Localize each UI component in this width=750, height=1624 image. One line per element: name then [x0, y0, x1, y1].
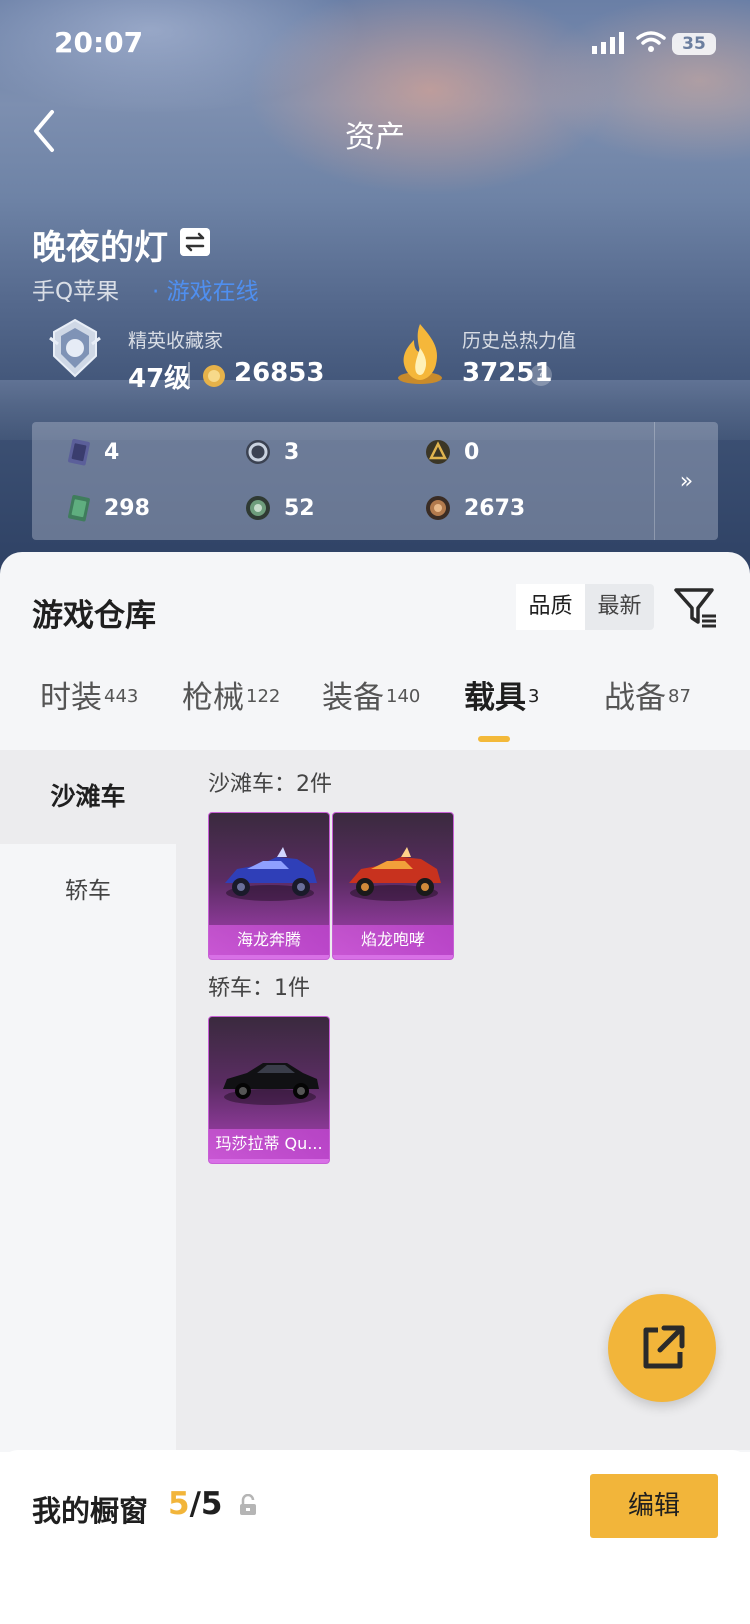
tab-label: 装备: [322, 680, 384, 716]
stat-item: 52: [244, 488, 315, 528]
profile-header: 20:07 35 资产 晚夜的灯 手Q苹果 · 游戏在线 精英收藏家 47级 2…: [0, 0, 750, 580]
sort-toggle: 品质 最新: [516, 584, 654, 630]
showcase-current: 5: [168, 1486, 190, 1522]
filter-icon[interactable]: [672, 584, 718, 630]
sedan-image: [223, 1063, 319, 1105]
emblem-bronze-icon: [426, 496, 450, 520]
help-icon[interactable]: ?: [530, 364, 552, 386]
sort-quality-button[interactable]: 品质: [516, 584, 585, 630]
emblem-green-icon: [246, 496, 270, 520]
tab-count: 122: [246, 685, 281, 707]
share-button[interactable]: [608, 1294, 716, 1402]
tab-label: 载具: [464, 680, 526, 716]
group-title: 轿车：1件: [208, 976, 310, 1001]
stat-item: 4: [64, 432, 119, 472]
showcase-total: /5: [189, 1486, 223, 1522]
item-name: 玛莎拉蒂 Qu...: [209, 1129, 329, 1159]
heat-title: 历史总热力值: [462, 330, 577, 352]
sidebar-item-sedan[interactable]: 轿车: [0, 844, 176, 938]
stat-value: 2673: [464, 495, 526, 521]
edit-button[interactable]: 编辑: [590, 1474, 718, 1538]
tab-count: 140: [386, 685, 421, 707]
category-tabs: 时装 443 枪械 122 装备 140 载具 3 战备 87: [0, 672, 750, 748]
rank-title: 精英收藏家: [128, 330, 224, 352]
card-green-icon: [68, 494, 90, 522]
card-purple-icon: [68, 438, 90, 466]
showcase-bar: 我的橱窗 5/5 编辑: [0, 1450, 750, 1624]
user-platform: 手Q苹果: [32, 279, 120, 305]
battery-icon: 35: [672, 33, 716, 55]
status-bar: 20:07 35: [0, 0, 750, 90]
rank-badge-icon: [49, 318, 101, 378]
rarity-bar: [209, 1159, 329, 1163]
tab-count: 3: [528, 685, 540, 707]
tab-label: 战备: [604, 680, 666, 716]
signal-icon: [592, 32, 624, 54]
item-card[interactable]: 焰龙咆哮: [332, 812, 454, 960]
stat-item: 298: [64, 488, 150, 528]
warehouse-title: 游戏仓库: [32, 598, 156, 634]
showcase-label: 我的橱窗: [32, 1494, 149, 1528]
rank-level: 47级: [128, 364, 191, 394]
stat-item: 2673: [424, 488, 525, 528]
subcategory-sidebar: 沙滩车 轿车: [0, 750, 176, 1450]
emblem-silver-icon: [246, 440, 270, 464]
lock-icon: [240, 1494, 256, 1515]
buggy-red-image: [349, 847, 441, 901]
stat-value: 4: [104, 439, 120, 465]
tab-count: 87: [668, 685, 691, 707]
item-card[interactable]: 玛莎拉蒂 Qu...: [208, 1016, 330, 1164]
collection-stats-panel: 4 3 0 298 52 2673 »: [32, 422, 718, 540]
status-time: 20:07: [54, 26, 144, 59]
emblem-gold-icon: [426, 440, 450, 464]
stat-item: 0: [424, 432, 479, 472]
stats-more-button[interactable]: »: [654, 422, 718, 540]
tab-count: 443: [104, 685, 139, 707]
user-name: 晚夜的灯: [32, 228, 168, 268]
flame-icon: [398, 324, 442, 384]
wifi-icon: [636, 31, 666, 52]
page-title: 资产: [345, 120, 405, 155]
share-icon: [643, 1325, 685, 1369]
tab-label: 枪械: [182, 680, 244, 716]
stat-value: 298: [104, 495, 150, 521]
coin-icon: [203, 365, 225, 387]
item-name: 焰龙咆哮: [333, 925, 453, 955]
switch-account-icon[interactable]: [180, 228, 210, 256]
divider: [188, 362, 190, 388]
stat-value: 0: [464, 439, 480, 465]
tab-weapons[interactable]: 枪械 122: [182, 672, 280, 748]
sidebar-item-beach-buggy[interactable]: 沙滩车: [0, 750, 176, 844]
rarity-bar: [333, 955, 453, 959]
tab-fashion[interactable]: 时装 443: [40, 672, 138, 748]
group-title: 沙滩车：2件: [208, 772, 332, 797]
sort-newest-button[interactable]: 最新: [585, 584, 654, 630]
stat-item: 3: [244, 432, 299, 472]
tab-equipment[interactable]: 装备 140: [322, 672, 420, 748]
stat-value: 52: [284, 495, 315, 521]
coin-value: 26853: [234, 358, 325, 388]
buggy-blue-image: [225, 847, 317, 901]
item-card[interactable]: 海龙奔腾: [208, 812, 330, 960]
rarity-bar: [209, 955, 329, 959]
active-tab-indicator: [478, 736, 510, 742]
showcase-count: 5/5: [168, 1486, 222, 1522]
stat-value: 3: [284, 439, 300, 465]
online-status: · 游戏在线: [152, 279, 259, 305]
tab-combat-gear[interactable]: 战备 87: [604, 672, 691, 748]
tab-label: 时装: [40, 680, 102, 716]
item-name: 海龙奔腾: [209, 925, 329, 955]
